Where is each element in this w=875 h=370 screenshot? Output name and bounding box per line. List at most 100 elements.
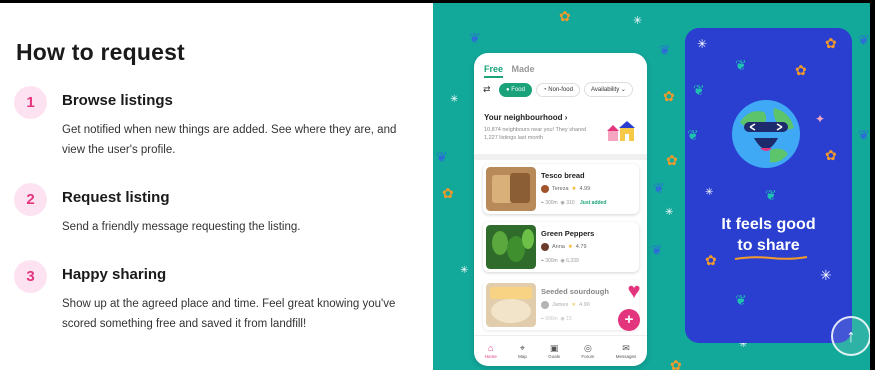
flower-icon: ✿ <box>825 147 837 163</box>
step-description: Get notified when new things are added. … <box>62 124 397 156</box>
flower-icon: ✿ <box>670 357 682 370</box>
leaf-icon: ❦ <box>659 42 671 58</box>
filter-bar: ⇄ ● Food ◔ Non-food Availability ⌄ <box>483 82 633 97</box>
promo-line-1: It feels good <box>721 216 816 233</box>
listing-user: Tereza ★ 4.99 <box>541 185 590 193</box>
phone-mockup: Free Made ⇄ ● Food ◔ Non-food Availabili… <box>474 53 647 366</box>
flower-icon: ✿ <box>825 35 837 51</box>
listing-card[interactable]: Tesco bread Tereza ★ 4.99 ⌖ 300m ◉ 310 J… <box>483 164 639 214</box>
sparkle-icon: ✳ <box>460 265 469 276</box>
listing-distance: 300m <box>545 258 558 264</box>
nav-label: Goals <box>548 354 560 359</box>
listing-tag: Just added <box>580 200 607 206</box>
filter-chip-label: Availability <box>590 87 620 93</box>
star-icon: ★ <box>571 302 577 308</box>
listing-card[interactable]: Green Peppers Anna ★ 4.79 ⌖ 300m ◉ 6,339 <box>483 222 639 272</box>
page-title: How to request <box>16 39 185 65</box>
peppers-thumbnail <box>486 225 536 269</box>
sparkle-icon: ✳ <box>820 267 832 283</box>
leaf-icon: ❦ <box>436 149 448 165</box>
nav-item-home[interactable]: ⌂ Home <box>485 343 497 359</box>
flower-icon: ✿ <box>795 62 807 78</box>
nav-item-messages[interactable]: ✉ Messages <box>616 343 637 359</box>
divider <box>474 154 647 160</box>
star-icon: ★ <box>567 244 573 250</box>
heart-icon[interactable]: ♥ <box>621 278 647 304</box>
leaf-icon: ❦ <box>858 32 870 48</box>
flower-icon: ✿ <box>663 88 675 104</box>
listing-distance: 600m <box>545 316 558 322</box>
step-number-badge: 1 <box>14 86 47 119</box>
promo-heading: It feels good to share <box>685 214 852 256</box>
leaf-icon: ❦ <box>687 127 699 143</box>
leaf-icon: ❦ <box>469 30 481 46</box>
listing-title: Tesco bread <box>541 171 585 180</box>
avatar <box>541 301 549 309</box>
sparkle-icon: ✳ <box>697 37 708 51</box>
listing-distance: 300m <box>545 200 558 206</box>
listing-meta: ⌖ 300m ◉ 310 Just added <box>541 200 607 206</box>
nav-label: Home <box>484 354 497 359</box>
listing-username: Tereza <box>552 186 569 192</box>
nav-label: Forum <box>581 354 595 359</box>
step-title: Happy sharing <box>62 266 167 283</box>
chevron-right-icon: › <box>564 113 568 122</box>
app-preview-illustration: ✿ ✳ ❦ ✳ ❦ ✿ ✳ ✿ ❦ ✳ ❦ ✿ ❦ ✳ ✿ ❦ ❦ Free M… <box>433 3 870 370</box>
neighbourhood-banner[interactable]: Your neighbourhood › 10,874 neighbours n… <box>484 113 639 142</box>
bread-thumbnail <box>486 167 536 211</box>
leaf-icon: ❦ <box>735 292 747 308</box>
add-listing-button[interactable]: + <box>618 309 640 331</box>
listing-views: 6,339 <box>566 258 579 264</box>
nav-item-forum[interactable]: ◎ Forum <box>581 343 594 359</box>
filter-chip-label: Food <box>511 86 525 93</box>
sourdough-thumbnail <box>486 283 536 327</box>
filter-chip-food[interactable]: ● Food <box>499 82 532 97</box>
sliders-icon[interactable]: ⇄ <box>483 84 495 95</box>
nav-item-map[interactable]: ⌖ Map <box>518 343 527 359</box>
nav-label: Map <box>518 354 527 359</box>
underline-squiggle <box>734 256 808 260</box>
tab-made[interactable]: Made <box>512 64 535 74</box>
sparkle-icon: ✳ <box>450 94 459 105</box>
listing-title: Seeded sourdough <box>541 287 609 296</box>
step-title: Browse listings <box>62 92 173 109</box>
listing-rating: 4.99 <box>579 186 591 192</box>
avatar <box>541 243 549 251</box>
happy-globe-icon <box>732 100 800 168</box>
filter-chip-label: Non-food <box>548 86 573 93</box>
listing-meta: ⌖ 300m ◉ 6,339 <box>541 258 579 264</box>
sparkle-icon: ✳ <box>665 207 674 218</box>
promo-card: ✳ ✿ ❦ ✿ ❦ ✦ ❦ ✿ ✳ ❦ ✿ ✳ ❦ It feels good … <box>685 28 852 343</box>
leaf-icon: ❦ <box>693 82 705 98</box>
listing-user: James ★ 4.90 <box>541 301 590 309</box>
neighbourhood-subtitle: 10,874 neighbours near you! They shared … <box>484 127 587 141</box>
sparkle-icon: ✳ <box>705 187 714 198</box>
listing-rating: 4.90 <box>579 302 590 308</box>
neighbourhood-title-text: Your neighbourhood <box>484 113 563 122</box>
home-icon: ⌂ <box>487 343 494 353</box>
step-description: Send a friendly message requesting the l… <box>62 221 301 233</box>
nav-item-goals[interactable]: ▣ Goals <box>548 343 560 359</box>
listing-card[interactable]: Seeded sourdough James ★ 4.90 ⌖ 600m ◉ 1… <box>483 280 639 330</box>
step-number-badge: 2 <box>14 183 47 216</box>
nav-label: Messages <box>615 354 637 359</box>
bottom-navigation: ⌂ Home ⌖ Map ▣ Goals ◎ Forum ✉ Messages <box>474 335 647 366</box>
filter-chip-non-food[interactable]: ◔ Non-food <box>535 82 580 97</box>
flower-icon: ✿ <box>666 152 678 168</box>
step-title: Request listing <box>62 189 170 206</box>
listing-username: James <box>552 302 569 308</box>
step-description: Show up at the agreed place and time. Fe… <box>62 298 396 330</box>
tab-free[interactable]: Free <box>484 64 504 78</box>
goals-icon: ▣ <box>549 343 559 353</box>
leaf-icon: ❦ <box>765 187 777 203</box>
listing-rating: 4.79 <box>575 244 587 250</box>
filter-chip-availability[interactable]: Availability ⌄ <box>583 82 633 97</box>
forum-icon: ◎ <box>583 343 592 353</box>
flower-icon: ✿ <box>442 185 454 201</box>
window-edge <box>870 0 875 370</box>
listing-views: 15 <box>566 316 572 322</box>
scroll-to-top-button[interactable]: ↑ <box>831 316 870 356</box>
how-to-request-section: How to request 1 Browse listings Get not… <box>0 3 433 370</box>
sparkle-icon: ✦ <box>815 112 826 126</box>
leaf-icon: ❦ <box>651 242 663 258</box>
